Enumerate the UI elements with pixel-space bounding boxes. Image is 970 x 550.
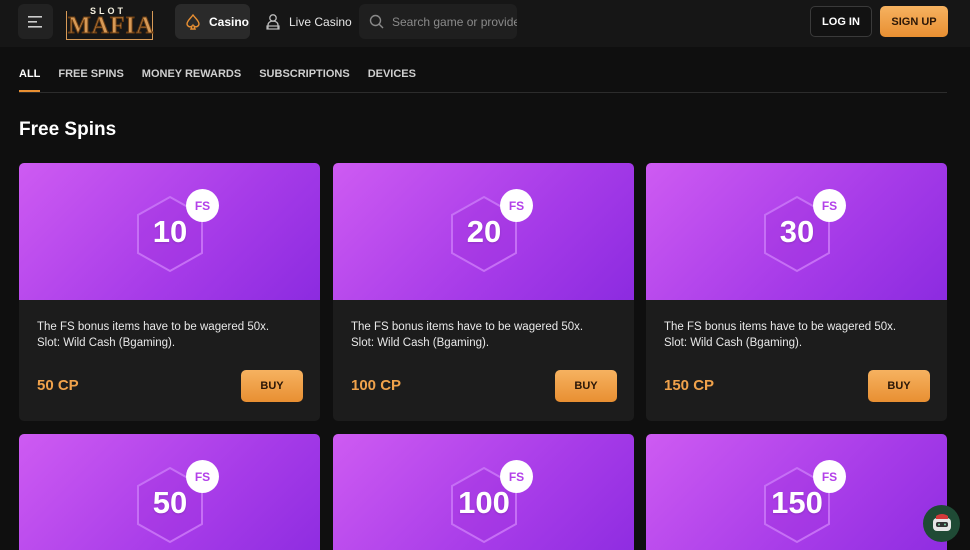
free-spins-card: 20 FS The FS bonus items have to be wage… — [333, 163, 634, 421]
fs-badge: FS — [813, 460, 846, 493]
signup-button[interactable]: SIGN UP — [880, 6, 948, 37]
tab-money-rewards[interactable]: MONEY REWARDS — [142, 68, 241, 92]
login-button[interactable]: LOG IN — [810, 6, 872, 37]
free-spins-card: 10 FS The FS bonus items have to be wage… — [19, 163, 320, 421]
wager-text: The FS bonus items have to be wagered 50… — [351, 321, 584, 333]
section-title: Free Spins — [19, 119, 117, 140]
card-price: 50 CP — [37, 377, 79, 394]
card-artwork: 100 FS — [333, 434, 634, 550]
buy-button[interactable]: BUY — [241, 370, 303, 402]
free-spins-count: 150 — [771, 485, 823, 520]
card-artwork: 10 FS — [19, 163, 320, 300]
free-spins-card: 30 FS The FS bonus items have to be wage… — [646, 163, 947, 421]
nav-casino-label: Casino — [209, 14, 250, 29]
fs-badge: FS — [186, 189, 219, 222]
tab-devices[interactable]: DEVICES — [368, 68, 416, 92]
tab-all[interactable]: ALL — [19, 68, 41, 92]
search-input[interactable] — [392, 14, 517, 29]
site-logo[interactable]: SLOT MAFIA — [66, 6, 156, 40]
card-artwork: 150 FS — [646, 434, 947, 550]
buy-button[interactable]: BUY — [555, 370, 617, 402]
fs-badge: FS — [500, 189, 533, 222]
free-spins-count: 100 — [458, 485, 510, 520]
wager-text: The FS bonus items have to be wagered 50… — [664, 321, 897, 333]
tab-free-spins[interactable]: FREE SPINS — [58, 68, 123, 92]
free-spins-card: 50 FS — [19, 434, 320, 550]
menu-button[interactable] — [18, 4, 53, 39]
nav-live-casino-label: Live Casino — [289, 14, 352, 29]
slot-text: Slot: Wild Cash (Bgaming). — [37, 337, 176, 349]
nav-live-casino[interactable]: Live Casino — [265, 4, 352, 39]
free-spins-card: 100 FS — [333, 434, 634, 550]
free-spins-count: 50 — [152, 485, 188, 520]
buy-button[interactable]: BUY — [868, 370, 930, 402]
dealer-icon — [266, 14, 280, 30]
hamburger-menu-icon — [27, 15, 42, 28]
fs-badge: FS — [500, 460, 533, 493]
category-tabs: ALL FREE SPINS MONEY REWARDS SUBSCRIPTIO… — [19, 68, 947, 93]
free-spins-card: 150 FS — [646, 434, 947, 550]
card-price: 100 CP — [351, 377, 402, 394]
slot-text: Slot: Wild Cash (Bgaming). — [664, 337, 803, 349]
card-description: The FS bonus items have to be wagered 50… — [351, 319, 583, 351]
support-chat-button[interactable] — [923, 505, 960, 542]
card-artwork: 20 FS — [333, 163, 634, 300]
card-artwork: 50 FS — [19, 434, 320, 550]
tab-subscriptions[interactable]: SUBSCRIPTIONS — [259, 68, 349, 92]
slot-text: Slot: Wild Cash (Bgaming). — [351, 337, 490, 349]
fs-badge: FS — [186, 460, 219, 493]
search-icon — [369, 14, 384, 29]
card-description: The FS bonus items have to be wagered 50… — [664, 319, 896, 351]
nav-casino[interactable]: Casino — [175, 4, 250, 39]
top-bar: SLOT MAFIA Casino Live Casino LOG IN SIG… — [0, 0, 970, 47]
wager-text: The FS bonus items have to be wagered 50… — [37, 321, 270, 333]
logo-big-text: MAFIA — [67, 13, 155, 40]
fs-badge: FS — [813, 189, 846, 222]
chat-bot-icon — [932, 513, 951, 531]
free-spins-count: 30 — [779, 214, 815, 249]
card-description: The FS bonus items have to be wagered 50… — [37, 319, 269, 351]
spade-icon — [186, 13, 200, 30]
search-box[interactable] — [359, 4, 517, 39]
card-price: 150 CP — [664, 377, 715, 394]
free-spins-count: 10 — [152, 214, 188, 249]
card-artwork: 30 FS — [646, 163, 947, 300]
free-spins-count: 20 — [466, 214, 502, 249]
